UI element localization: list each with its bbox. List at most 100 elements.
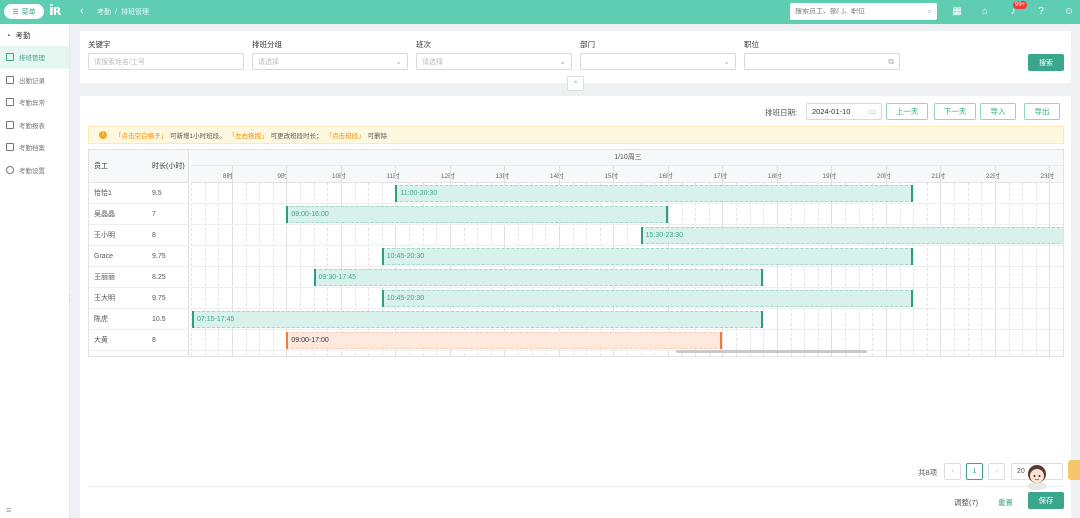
timeline-row[interactable]: 09:00-16:00	[191, 204, 1063, 225]
org-icon[interactable]: ⌂	[978, 4, 992, 18]
hour-header: 8时 9时 10时 11时 12时 13时 14时 15时 16时 17时 18时 19时 20时 21时…	[191, 166, 1063, 183]
sidebar-item-reports[interactable]: 考勤报表	[0, 114, 69, 137]
import-button[interactable]: 导入	[980, 103, 1016, 120]
hamburger-icon: ☰	[12, 8, 19, 16]
next-page-button[interactable]: ›	[988, 463, 1005, 480]
global-search[interactable]: ⌕	[790, 3, 937, 20]
shift-bar[interactable]: 10:45-20:30	[381, 248, 914, 265]
filter-keyword: 关键字 请搜索姓名/工号	[88, 39, 244, 70]
list-icon[interactable]: ≡	[6, 505, 11, 515]
timeline-row[interactable]: 11:00-20:30	[191, 183, 1063, 204]
timeline-row[interactable]: 10:45-20:30	[191, 288, 1063, 309]
duration-cell: 9.75	[147, 246, 188, 267]
menu-button[interactable]: ☰ 菜单	[4, 4, 44, 19]
copy-icon: ⧉	[888, 56, 894, 66]
filter-position: 职位 ⧉	[744, 39, 900, 70]
sidebar-item-archive[interactable]: 考勤档案	[0, 136, 69, 159]
hour-label: 10时	[331, 173, 346, 180]
shift-bar[interactable]: 10:45-20:30	[381, 290, 914, 307]
timeline-row[interactable]: 07:15-17:45	[191, 309, 1063, 330]
timeline: 1/10周三 8时 9时 10时 11时 12时 13时 14时 15时 16时 17时 18时 19…	[191, 150, 1064, 356]
grid-line	[1063, 183, 1064, 356]
shift-bar[interactable]: 07:15-17:45	[192, 311, 764, 328]
timeline-row[interactable]: 09:30-17:45	[191, 267, 1063, 288]
timeline-row[interactable]: 15:30-23:30	[191, 225, 1063, 246]
timeline-row[interactable]: 09:00-17:00	[191, 330, 1063, 351]
duration-cell: 8.25	[147, 267, 188, 288]
hour-label: 21时	[931, 173, 946, 180]
shift-bar[interactable]: 09:30-17:45	[313, 269, 764, 286]
reset-button[interactable]: 重置	[998, 497, 1013, 508]
global-search-input[interactable]	[795, 8, 928, 15]
calendar-icon: ▭	[868, 107, 876, 116]
hour-label: 16时	[658, 173, 673, 180]
bell-icon[interactable]: ♪ 99+	[1006, 1, 1028, 18]
back-chevron-icon[interactable]: ‹	[80, 5, 84, 17]
department-select[interactable]: ⌄	[580, 53, 736, 70]
shift-bar[interactable]: 09:00-17:00	[286, 332, 723, 349]
horizontal-scrollbar[interactable]	[676, 350, 867, 353]
sidebar-item-exceptions[interactable]: 考勤异常	[0, 91, 69, 114]
prev-day-button[interactable]: 上一天	[886, 103, 928, 120]
employee-name-cell: 陈虎	[89, 309, 147, 330]
warning-doc-icon	[6, 98, 14, 107]
employee-name-cell: 吴晶晶	[89, 204, 147, 225]
chevron-down-icon: ⌄	[395, 57, 402, 66]
sidebar: ◔ 考勤 排班管理 出勤记录 考勤异常 考勤报表 考勤档案 考勤设置 ⋮ ≡	[0, 24, 73, 518]
chevron-right-icon: ›	[995, 468, 998, 475]
employee-name-cell: 大黄	[89, 330, 147, 351]
collapse-filter-button[interactable]: ⌃	[567, 76, 584, 91]
duration-cell: 9.5	[147, 183, 188, 204]
breadcrumb-item[interactable]: 考勤	[97, 9, 111, 16]
document-icon	[6, 75, 14, 84]
duration-cell: 8	[147, 225, 188, 246]
timeline-row[interactable]: 10:45-20:30	[191, 246, 1063, 267]
employee-name-cell: 王丽丽	[89, 267, 147, 288]
hour-label: 20时	[876, 173, 891, 180]
group-select[interactable]: 请选择 ⌄	[252, 53, 408, 70]
shift-bar[interactable]: 09:00-16:00	[286, 206, 668, 223]
next-day-button[interactable]: 下一天	[934, 103, 976, 120]
hour-label: 13时	[495, 173, 510, 180]
duration-cell: 10.5	[147, 309, 188, 330]
page-number[interactable]: 1	[966, 463, 983, 480]
search-icon[interactable]: ⌕	[928, 7, 932, 17]
position-select[interactable]: ⧉	[744, 53, 900, 70]
duration-header: 时长(小时)	[147, 150, 188, 183]
prev-page-button[interactable]: ‹	[944, 463, 961, 480]
sidebar-section-attendance[interactable]: ◔ 考勤	[0, 24, 69, 46]
sidebar-item-settings[interactable]: 考勤设置	[0, 159, 69, 182]
info-icon: !	[99, 131, 107, 139]
date-header: 1/10周三	[191, 150, 1063, 166]
duration-cell: 9.75	[147, 288, 188, 309]
gear-icon	[6, 165, 14, 174]
employee-column: 员工 恰恰1 吴晶晶 王小明 Grace 王丽丽 王大明 陈虎 大黄	[89, 150, 147, 351]
clock-icon: ◔	[6, 30, 11, 40]
shift-bar[interactable]: 15:30-23:30	[640, 227, 1063, 244]
assistant-avatar[interactable]	[1024, 462, 1050, 490]
qrcode-icon[interactable]: ▦	[950, 4, 964, 18]
tip-banner: ! 「点击空白格子」 可新增1小时班段。 「左右拖拽」 可更改班段时长； 「点击…	[88, 126, 1064, 144]
shift-select[interactable]: 请选择 ⌄	[416, 53, 572, 70]
app-logo: iR	[49, 3, 61, 19]
hour-label: 18时	[767, 173, 782, 180]
chevron-down-icon: ⌄	[559, 57, 566, 66]
save-button[interactable]: 保存	[1028, 492, 1064, 509]
employee-name-cell: Grace	[89, 246, 147, 267]
help-icon[interactable]: ?	[1034, 4, 1048, 18]
date-picker[interactable]: 2024-01-10 ▭	[806, 103, 882, 120]
keyword-input[interactable]: 请搜索姓名/工号	[88, 53, 244, 70]
sidebar-item-records[interactable]: 出勤记录	[0, 69, 69, 92]
employee-header: 员工	[89, 150, 147, 183]
search-button[interactable]: 搜索	[1028, 54, 1064, 71]
shift-bar[interactable]: 11:00-20:30	[395, 185, 914, 202]
export-button[interactable]: 导出	[1024, 103, 1060, 120]
filter-shift: 班次 请选择 ⌄	[416, 39, 572, 70]
sidebar-collapse-handle[interactable]: ⋮	[66, 294, 73, 302]
chart-icon	[6, 120, 14, 129]
employee-name-cell: 恰恰1	[89, 183, 147, 204]
sidebar-item-schedule[interactable]: 排班管理	[0, 46, 69, 69]
side-drawer-tab[interactable]	[1068, 460, 1080, 480]
user-icon[interactable]: ☺	[1062, 4, 1076, 18]
calendar-icon	[6, 53, 14, 62]
